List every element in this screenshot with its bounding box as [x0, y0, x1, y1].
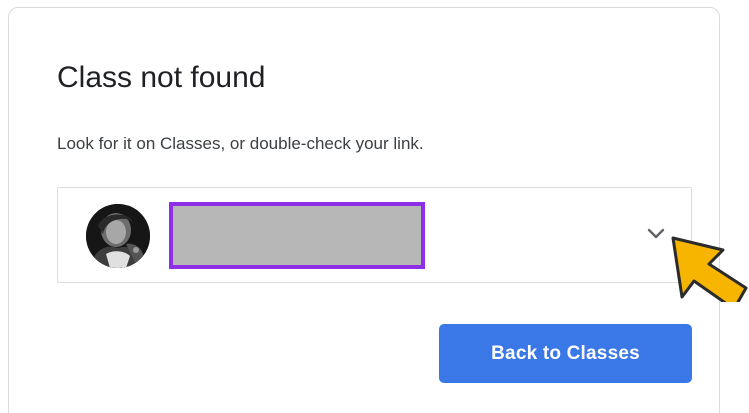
redacted-account-name — [169, 202, 425, 269]
dialog-title: Class not found — [57, 61, 266, 94]
avatar-image — [86, 204, 150, 268]
arrow-icon — [671, 236, 748, 302]
back-to-classes-button[interactable]: Back to Classes — [439, 324, 692, 383]
user-avatar — [86, 204, 150, 268]
dialog-message: Look for it on Classes, or double-check … — [57, 134, 424, 153]
page: Class not found Look for it on Classes, … — [0, 0, 749, 413]
account-selector[interactable] — [57, 187, 692, 283]
class-not-found-dialog: Class not found Look for it on Classes, … — [8, 7, 720, 413]
